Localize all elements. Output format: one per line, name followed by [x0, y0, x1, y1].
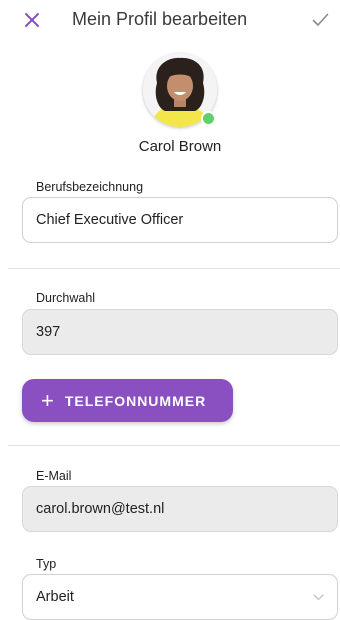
avatar[interactable]: [143, 53, 217, 127]
add-phone-number-label: TELEFONNUMMER: [64, 392, 207, 409]
check-icon: [312, 13, 328, 26]
extension-label: Durchwahl: [36, 291, 96, 305]
profile-name: Carol Brown: [138, 138, 222, 155]
chevron-down-icon: [313, 593, 324, 601]
save-button[interactable]: [306, 6, 334, 34]
email-label: E-Mail: [36, 469, 72, 483]
add-phone-number-button[interactable]: + TELEFONNUMMER: [22, 379, 233, 422]
type-label: Typ: [36, 557, 57, 571]
page-title: Mein Profil bearbeiten: [72, 9, 248, 29]
online-status-badge: [201, 111, 216, 126]
divider: [8, 445, 340, 446]
type-select[interactable]: Arbeit: [22, 574, 338, 620]
type-select-value: Arbeit: [36, 589, 74, 605]
plus-icon: +: [41, 387, 54, 413]
divider: [8, 268, 340, 269]
app-header: Mein Profil bearbeiten: [0, 0, 340, 40]
job-title-label: Berufsbezeichnung: [36, 180, 144, 194]
job-title-input[interactable]: Chief Executive Officer: [22, 197, 338, 243]
close-icon: [25, 13, 39, 27]
extension-field: 397: [22, 309, 338, 355]
email-field: carol.brown@test.nl: [22, 486, 338, 532]
close-button[interactable]: [18, 6, 46, 34]
